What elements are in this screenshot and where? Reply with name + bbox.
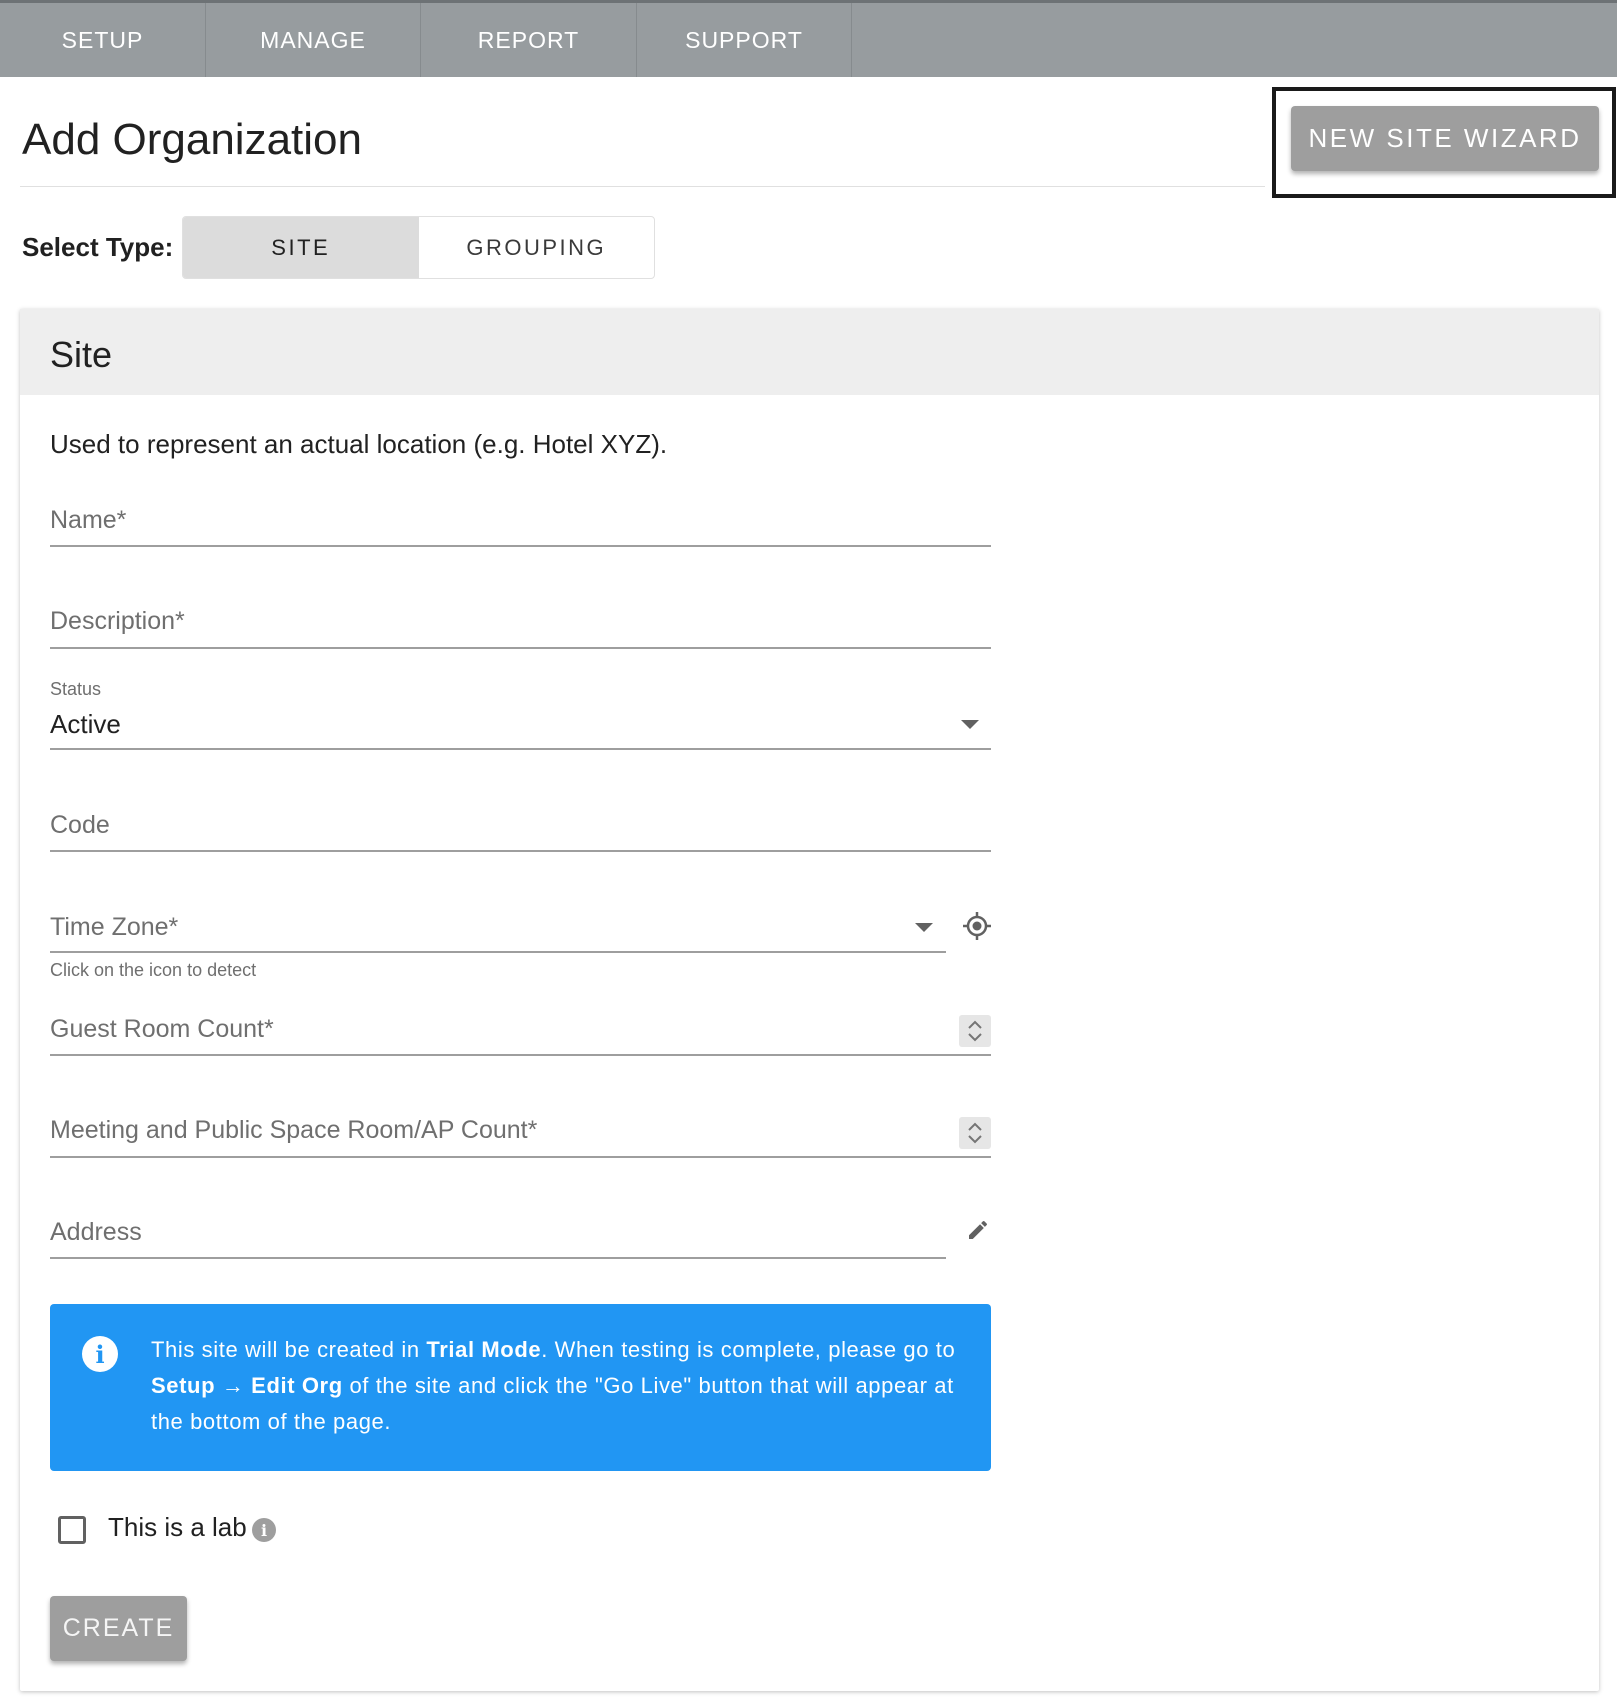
card-title: Site (50, 334, 113, 375)
guest-room-count-stepper[interactable] (959, 1015, 991, 1047)
code-input[interactable] (50, 850, 991, 852)
stepper-arrows-icon (968, 1122, 982, 1144)
status-select[interactable] (50, 748, 991, 750)
type-toggle-group: SITE GROUPING (182, 216, 655, 279)
trial-mode-info-banner: i This site will be created in Trial Mod… (50, 1304, 991, 1471)
address-input[interactable] (50, 1257, 946, 1259)
new-site-wizard-button[interactable]: NEW SITE WIZARD (1291, 106, 1599, 171)
stepper-arrows-icon (968, 1020, 982, 1042)
header-divider (20, 186, 1265, 187)
guest-room-count-input[interactable] (50, 1054, 991, 1056)
nav-item-setup[interactable]: SETUP (0, 3, 206, 77)
description-input[interactable] (50, 647, 991, 649)
page-title: Add Organization (22, 115, 362, 164)
chevron-down-icon[interactable] (915, 923, 933, 932)
nav-item-manage[interactable]: MANAGE (206, 3, 421, 77)
meeting-space-count-stepper[interactable] (959, 1117, 991, 1149)
locate-icon[interactable] (963, 912, 991, 940)
meeting-space-count-label: Meeting and Public Space Room/AP Count* (50, 1116, 538, 1144)
card-header: Site (20, 309, 1599, 395)
toggle-grouping[interactable]: GROUPING (419, 217, 655, 278)
name-field-label: Name* (50, 506, 127, 534)
code-field-label: Code (50, 811, 110, 839)
select-type-label: Select Type: (22, 232, 174, 262)
chevron-down-icon[interactable] (961, 720, 979, 729)
page-root: SETUP MANAGE REPORT SUPPORT Add Organiza… (0, 0, 1617, 1705)
address-field-label: Address (50, 1218, 142, 1246)
pencil-icon[interactable] (966, 1218, 990, 1242)
lab-checkbox-label[interactable]: This is a lab (108, 1512, 247, 1543)
time-zone-hint: Click on the icon to detect (50, 960, 257, 980)
time-zone-select[interactable] (50, 951, 946, 953)
lab-info-icon[interactable]: i (252, 1518, 276, 1542)
toggle-site[interactable]: SITE (183, 217, 419, 278)
time-zone-field-label: Time Zone* (50, 913, 179, 941)
name-input[interactable] (50, 545, 991, 547)
lab-checkbox[interactable] (58, 1516, 86, 1544)
info-banner-text: This site will be created in Trial Mode.… (151, 1337, 956, 1434)
create-button[interactable]: CREATE (50, 1596, 187, 1661)
description-field-label: Description* (50, 607, 185, 635)
info-icon: i (82, 1336, 118, 1372)
nav-item-support[interactable]: SUPPORT (637, 3, 852, 77)
arrow-right-icon: → (221, 1373, 245, 1398)
nav-item-report[interactable]: REPORT (421, 3, 637, 77)
guest-room-count-label: Guest Room Count* (50, 1015, 274, 1043)
status-select-value[interactable]: Active (50, 709, 121, 740)
status-field-label: Status (50, 679, 102, 699)
top-nav: SETUP MANAGE REPORT SUPPORT (0, 0, 1617, 77)
card-description: Used to represent an actual location (e.… (50, 429, 668, 459)
site-card: Site Used to represent an actual locatio… (20, 309, 1599, 1691)
meeting-space-count-input[interactable] (50, 1156, 991, 1158)
